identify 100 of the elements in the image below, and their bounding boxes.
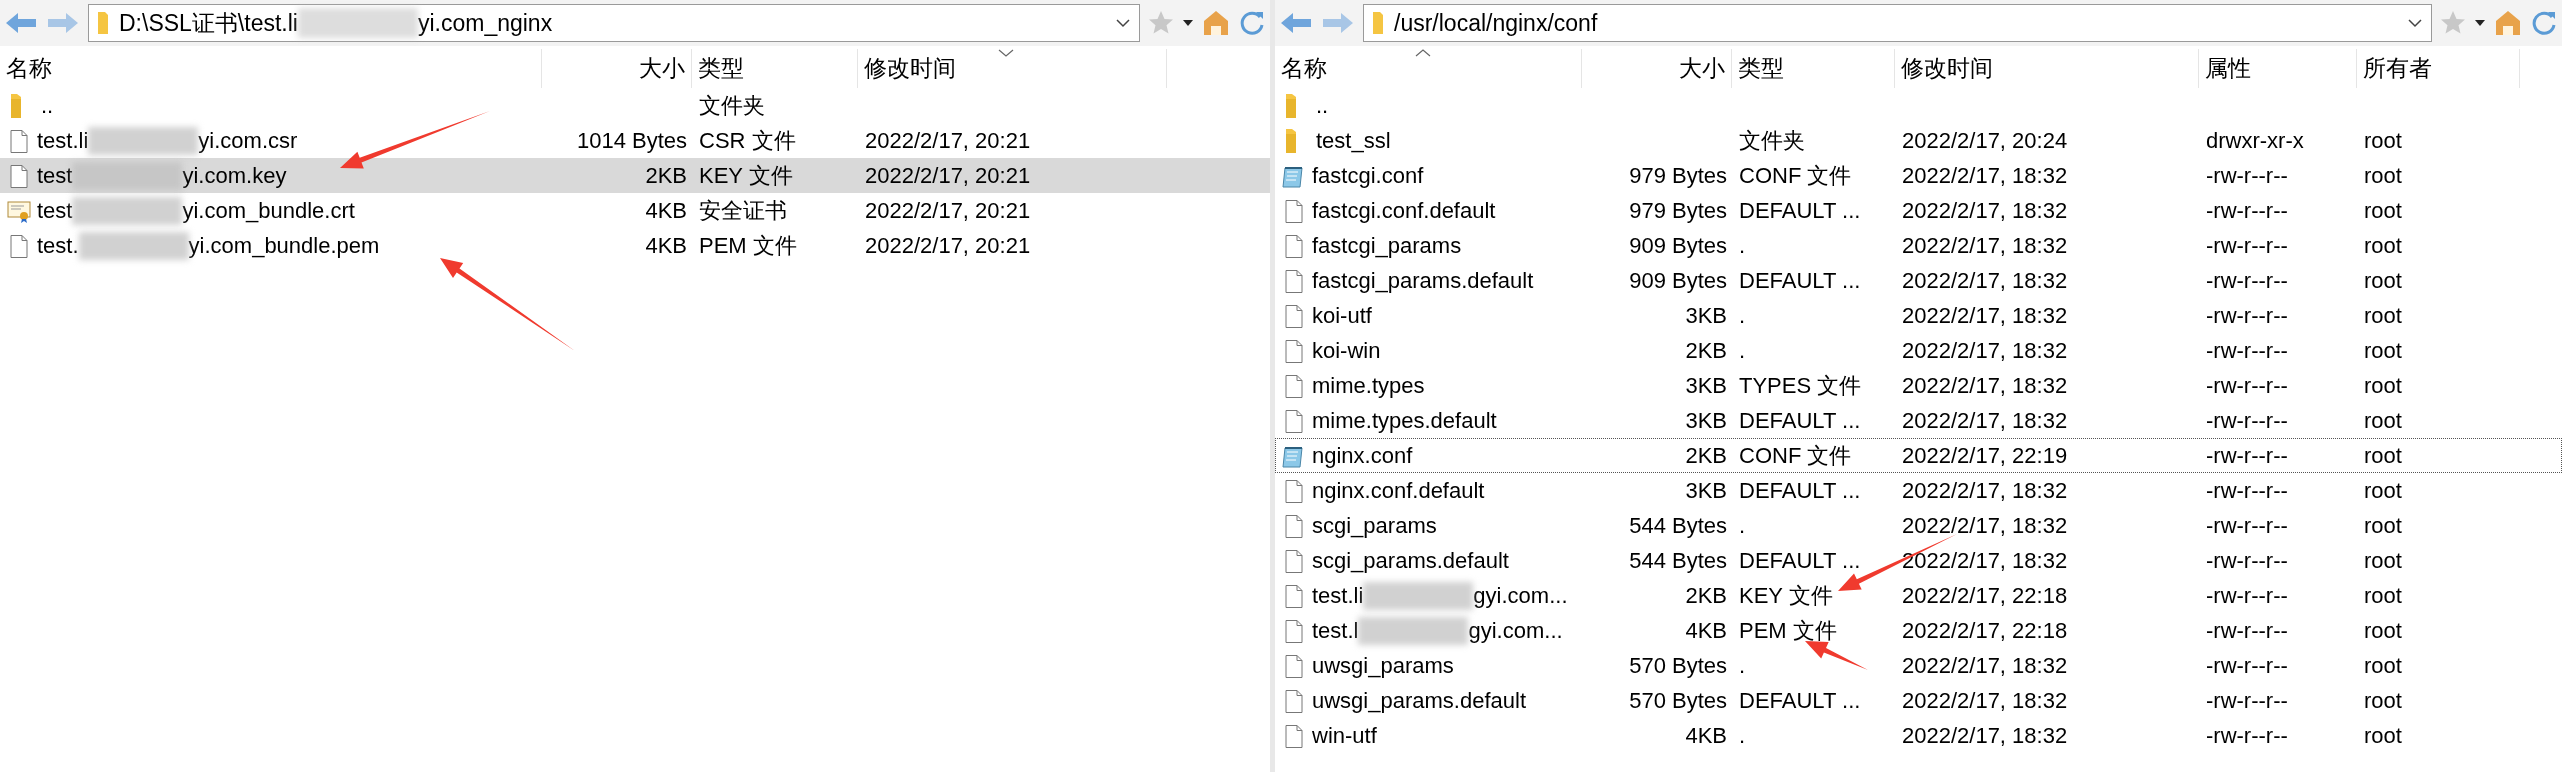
refresh-icon[interactable]	[1238, 9, 1266, 37]
file-name[interactable]: test yi.com.key	[37, 159, 287, 192]
file-name[interactable]: uwsgi_params	[1312, 649, 1454, 682]
file-name[interactable]: test. yi.com_bundle.pem	[37, 229, 380, 262]
cell-text: .	[1739, 302, 1746, 330]
column-header[interactable]: 名称	[0, 49, 542, 88]
file-name[interactable]: scgi_params.default	[1312, 544, 1509, 577]
file-name[interactable]: koi-utf	[1312, 299, 1372, 332]
cell-text: -rw-r--r--	[2206, 197, 2288, 225]
file-icon	[7, 163, 31, 188]
column-header[interactable]: 所有者	[2357, 49, 2520, 88]
file-row[interactable]: test yi.com.key 2KB KEY 文件 2022/2/17, 20:21	[0, 158, 1270, 193]
cell-text: -rw-r--r--	[2206, 722, 2288, 750]
file-icon	[1282, 513, 1306, 538]
cell-text: 909 Bytes	[1629, 232, 1727, 260]
column-header[interactable]: 类型	[1732, 49, 1895, 88]
cell-text: DEFAULT ...	[1739, 197, 1861, 225]
cell-text: -rw-r--r--	[2206, 477, 2288, 505]
caret-icon[interactable]	[2474, 19, 2486, 27]
cell-text: root	[2364, 372, 2402, 400]
cell-text: DEFAULT ...	[1739, 407, 1861, 435]
cell-text: 2022/2/17, 18:32	[1902, 407, 2068, 435]
cell-text: 2KB	[1685, 582, 1727, 610]
column-header[interactable]: 类型	[692, 49, 858, 88]
file-name[interactable]: nginx.conf	[1312, 439, 1413, 472]
cell-text: 3KB	[1685, 302, 1727, 330]
file-name[interactable]: test.li gyi.com...	[1312, 579, 1568, 612]
refresh-icon[interactable]	[2530, 9, 2558, 37]
cell-text: TYPES 文件	[1739, 372, 1862, 400]
file-name[interactable]: koi-win	[1312, 334, 1381, 367]
cell-text: root	[2364, 197, 2402, 225]
cell-text: 570 Bytes	[1629, 687, 1727, 715]
folder-icon	[97, 10, 111, 36]
cell-text: -rw-r--r--	[2206, 407, 2288, 435]
column-header[interactable]: 大小	[542, 49, 692, 88]
cell-text: -rw-r--r--	[2206, 687, 2288, 715]
file-icon	[1282, 688, 1306, 713]
certificate-icon	[7, 198, 31, 223]
cell-text: 2022/2/17, 20:21	[865, 197, 1031, 225]
home-icon[interactable]	[1202, 9, 1230, 37]
cell-text: 2022/2/17, 18:32	[1902, 162, 2068, 190]
folder-icon	[1286, 93, 1296, 118]
folder-icon	[1286, 128, 1296, 153]
cell-text: root	[2364, 442, 2402, 470]
file-icon	[7, 128, 31, 153]
file-name[interactable]: win-utf	[1312, 719, 1377, 752]
file-name[interactable]: mime.types.default	[1312, 404, 1497, 437]
address-field[interactable]: D:\SSL证书\test.li yi.com_nginx	[88, 4, 1140, 42]
dropdown-caret-icon[interactable]	[1115, 18, 1131, 28]
cell-text: 2022/2/17, 18:32	[1902, 722, 2068, 750]
file-name[interactable]: ..	[41, 89, 54, 122]
file-icon	[1282, 548, 1306, 573]
file-icon	[1282, 338, 1306, 363]
forward-icon[interactable]	[1321, 10, 1355, 36]
arrow	[1805, 641, 1868, 670]
file-name[interactable]: scgi_params	[1312, 509, 1437, 542]
column-header[interactable]: 名称	[1275, 49, 1582, 88]
caret-icon[interactable]	[1182, 19, 1194, 27]
file-row[interactable]: nginx.conf 2KB CONF 文件 2022/2/17, 22:19 -rw-r--r-- root	[1275, 438, 2562, 473]
cell-text: root	[2364, 337, 2402, 365]
cell-text: KEY 文件	[1739, 582, 1833, 610]
file-name[interactable]: ..	[1316, 89, 1329, 122]
address-field[interactable]: /usr/local/nginx/conf	[1363, 4, 2432, 42]
file-icon	[1282, 653, 1306, 678]
file-name[interactable]: test.l gyi.com...	[1312, 614, 1563, 647]
file-name[interactable]: nginx.conf.default	[1312, 474, 1485, 507]
back-icon[interactable]	[4, 10, 38, 36]
file-name[interactable]: fastcgi.conf	[1312, 159, 1424, 192]
cell-text: 979 Bytes	[1629, 197, 1727, 225]
cell-text: DEFAULT ...	[1739, 477, 1861, 505]
star-icon[interactable]	[1148, 10, 1174, 36]
file-name[interactable]: test yi.com_bundle.crt	[37, 194, 355, 227]
column-header[interactable]: 修改时间	[858, 49, 1167, 88]
cell-text: root	[2364, 547, 2402, 575]
cell-text: root	[2364, 722, 2402, 750]
back-icon[interactable]	[1279, 10, 1313, 36]
home-icon[interactable]	[2494, 9, 2522, 37]
file-name[interactable]: fastcgi_params.default	[1312, 264, 1534, 297]
cell-text: 570 Bytes	[1629, 652, 1727, 680]
cell-text: -rw-r--r--	[2206, 512, 2288, 540]
file-name[interactable]: fastcgi.conf.default	[1312, 194, 1496, 227]
cell-text: 4KB	[1685, 617, 1727, 645]
cell-text: root	[2364, 687, 2402, 715]
cell-text: root	[2364, 232, 2402, 260]
forward-icon[interactable]	[46, 10, 80, 36]
file-icon	[1282, 373, 1306, 398]
file-name[interactable]: uwsgi_params.default	[1312, 684, 1526, 717]
file-name[interactable]: test.li yi.com.csr	[37, 124, 298, 157]
cell-text: -rw-r--r--	[2206, 232, 2288, 260]
file-name[interactable]: test_ssl	[1316, 124, 1391, 157]
file-name[interactable]: fastcgi_params	[1312, 229, 1462, 262]
cell-text: 2022/2/17, 18:32	[1902, 547, 2068, 575]
dropdown-caret-icon[interactable]	[2407, 18, 2423, 28]
file-name[interactable]: mime.types	[1312, 369, 1425, 402]
cell-text: 4KB	[645, 197, 687, 225]
column-header[interactable]: 属性	[2199, 49, 2357, 88]
column-header[interactable]: 修改时间	[1895, 49, 2199, 88]
column-header[interactable]: 大小	[1582, 49, 1732, 88]
star-icon[interactable]	[2440, 10, 2466, 36]
cell-text: drwxr-xr-x	[2206, 127, 2304, 155]
